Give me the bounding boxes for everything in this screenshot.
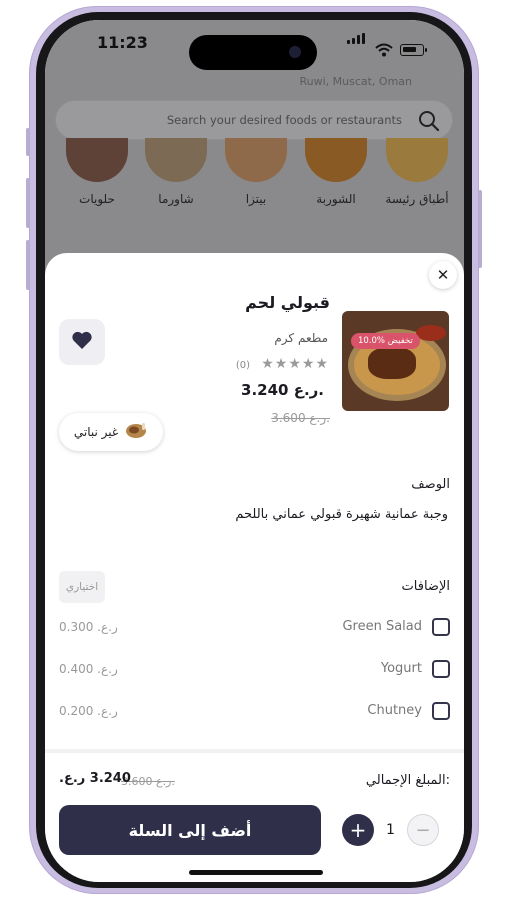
item-detail-sheet: ✕ 10.0% تخفيض قبولي لحم مطعم كرم ★★★★★ (… — [45, 253, 464, 882]
category-image — [225, 138, 287, 182]
phone-screen: Ruwi, Muscat, Oman Search your desired f… — [45, 20, 464, 882]
addon-row[interactable]: Yogurt ر.ع. 0.400 — [59, 659, 450, 681]
addon-row[interactable]: Green Salad ر.ع. 0.300 — [59, 617, 450, 639]
dish-title: قبولي لحم — [245, 293, 330, 312]
quantity-decrease-button[interactable]: − — [407, 814, 439, 846]
close-button[interactable]: ✕ — [429, 261, 457, 289]
category-label: أطباق رئيسة — [385, 192, 449, 206]
category-image — [66, 138, 128, 182]
minus-icon: − — [415, 819, 431, 841]
search-placeholder: Search your desired foods or restaurants — [166, 113, 402, 127]
addon-row[interactable]: Chutney ر.ع. 0.200 — [59, 701, 450, 723]
discount-badge: 10.0% تخفيض — [351, 333, 420, 349]
addon-checkbox[interactable] — [432, 660, 450, 678]
dish-image: 10.0% تخفيض — [342, 311, 449, 411]
footer-divider — [45, 749, 464, 753]
addon-price: ر.ع. 0.400 — [59, 662, 118, 676]
category-label: بيتزا — [245, 192, 267, 206]
quantity-value: 1 — [386, 822, 395, 838]
description-title: الوصف — [411, 477, 450, 492]
search-icon — [418, 110, 440, 136]
battery-icon — [400, 44, 427, 56]
addon-checkbox[interactable] — [432, 702, 450, 720]
search-bar[interactable]: Search your desired foods or restaurants — [55, 100, 453, 140]
diet-tag-label: غير نباتي — [73, 425, 119, 439]
add-to-cart-button[interactable]: أضف إلى السلة — [59, 805, 321, 855]
addon-name: Chutney — [367, 703, 422, 718]
restaurant-name[interactable]: مطعم كرم — [274, 331, 328, 345]
home-indicator[interactable] — [189, 870, 323, 875]
status-bar: 11:23 — [45, 20, 464, 70]
category-label: حلويات — [79, 192, 115, 206]
optional-badge: اختياري — [59, 571, 105, 603]
rating-count: (0) — [235, 360, 250, 371]
addon-name: Green Salad — [342, 619, 422, 634]
category-image — [386, 138, 448, 182]
quantity-increase-button[interactable]: + — [342, 814, 374, 846]
total-price: 3.240 ر.ع. — [59, 771, 131, 786]
addons-title: الإضافات — [401, 579, 450, 594]
addon-checkbox[interactable] — [432, 618, 450, 636]
wifi-icon — [375, 42, 393, 61]
category-label: الشوربة — [316, 192, 356, 206]
category-image — [145, 138, 207, 182]
camera-icon — [289, 46, 301, 58]
addon-price: ر.ع. 0.300 — [59, 620, 118, 634]
addon-price: ر.ع. 0.200 — [59, 704, 118, 718]
diet-tag: غير نباتي — [59, 413, 163, 451]
rating-stars: ★★★★★ — [261, 356, 329, 372]
dynamic-island — [189, 35, 317, 70]
plus-icon: + — [349, 818, 367, 842]
category-image — [305, 138, 367, 182]
category-shawarma[interactable]: شاورما — [142, 138, 210, 206]
category-main-dishes[interactable]: أطباق رئيسة — [383, 138, 451, 206]
category-soup[interactable]: الشوربة — [302, 138, 370, 206]
close-icon: ✕ — [436, 266, 450, 284]
dish-old-price: 3.600 ر.ع. — [271, 411, 330, 425]
category-sweets[interactable]: حلويات — [63, 138, 131, 206]
addon-name: Yogurt — [380, 661, 422, 676]
description-text: وجبة عمانية شهيرة قبولي عماني باللحم — [235, 507, 448, 522]
address-text: Ruwi, Muscat, Oman — [299, 75, 412, 88]
category-pizza[interactable]: بيتزا — [222, 138, 290, 206]
status-time: 11:23 — [97, 33, 148, 52]
meat-icon — [124, 420, 148, 444]
heart-icon — [71, 330, 93, 354]
category-label: شاورما — [158, 192, 194, 206]
category-row: أطباق رئيسة الشوربة بيتزا شاورما حلويات — [45, 138, 464, 213]
dish-price: 3.240 ر.ع. — [241, 381, 324, 399]
favorite-button[interactable] — [59, 319, 105, 365]
total-label: المبلغ الإجمالي: — [365, 773, 450, 788]
